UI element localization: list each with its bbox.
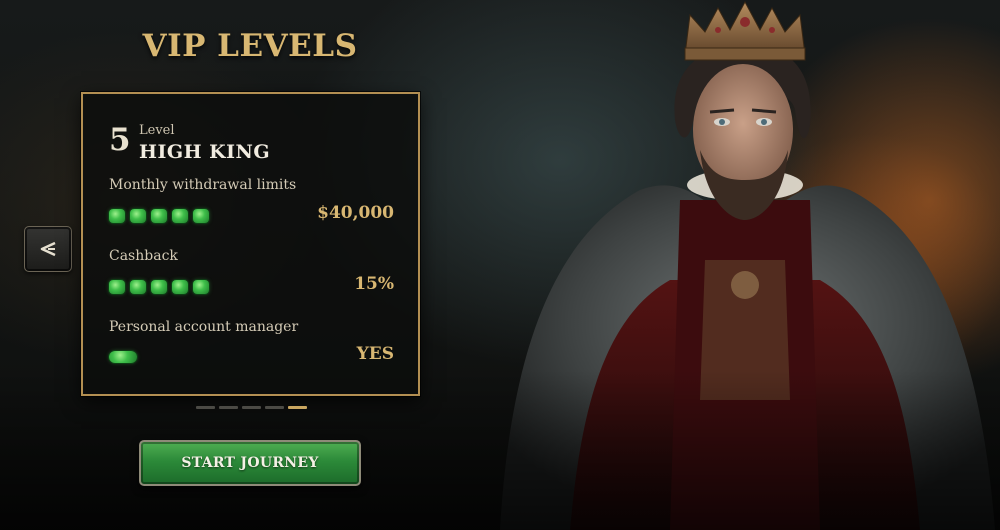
gem-icon [151,280,167,294]
withdrawal-limit-label: Monthly withdrawal limits [109,177,297,193]
gem-icon [172,209,188,223]
start-journey-button[interactable]: START JOURNEY [139,440,361,486]
cashback-value: 15% [354,274,394,294]
page-title: VIP LEVELS [142,28,358,64]
gem-icon [109,280,125,294]
gem-icon [130,209,146,223]
account-manager-value: YES [356,344,394,364]
pager-dot[interactable] [265,406,284,409]
gem-icon [109,209,125,223]
back-button[interactable] [24,226,72,272]
chevron-left-icon [40,241,56,257]
gem-icon [151,209,167,223]
pager-dot-active[interactable] [288,406,307,409]
level-pager [196,406,307,409]
account-manager-gems [109,351,137,363]
gem-icon [193,280,209,294]
pager-dot[interactable] [196,406,215,409]
cashback-gems [109,280,209,294]
level-name: HIGH KING [139,141,271,163]
level-label: Level [139,123,175,138]
withdrawal-limit-value: $40,000 [317,203,394,223]
cashback-label: Cashback [109,248,178,264]
gem-icon [109,351,137,363]
gem-icon [130,280,146,294]
level-number: 5 [109,122,131,158]
vip-level-card: 5 Level HIGH KING Monthly withdrawal lim… [81,92,420,396]
pager-dot[interactable] [242,406,261,409]
pager-dot[interactable] [219,406,238,409]
account-manager-label: Personal account manager [109,319,299,335]
withdrawal-limit-gems [109,209,209,223]
gem-icon [193,209,209,223]
gem-icon [172,280,188,294]
